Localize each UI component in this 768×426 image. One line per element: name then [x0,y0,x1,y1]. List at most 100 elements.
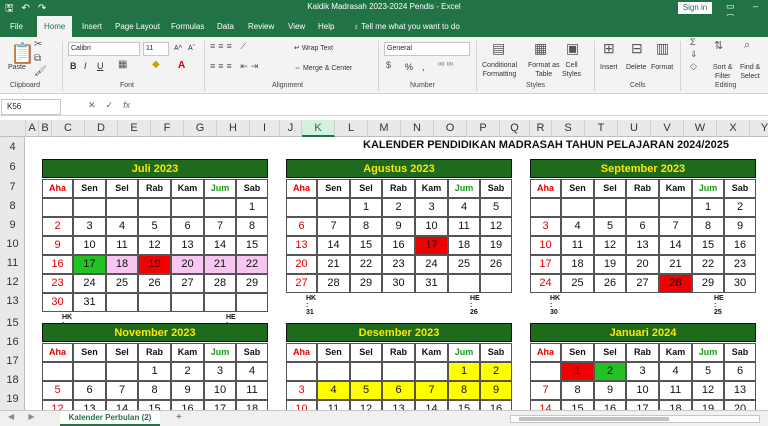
calendar-day-cell[interactable] [138,198,171,217]
column-header-h[interactable]: H [217,120,250,137]
day-header[interactable]: Sel [594,343,626,362]
calendar-day-cell[interactable]: 14 [204,236,236,255]
calendar-day-cell[interactable]: 16 [171,400,204,410]
format-cells-icon[interactable]: ▥ [656,40,669,57]
day-header[interactable]: Sab [236,179,268,198]
conditional-formatting-button[interactable]: Conditional Formatting [482,61,517,79]
cut-icon[interactable]: ✂ [34,39,42,50]
calendar-day-cell[interactable]: 7 [317,217,350,236]
calendar-day-cell[interactable]: 8 [138,381,171,400]
calendar-day-cell[interactable]: 30 [382,274,415,293]
day-header[interactable]: Sab [724,343,756,362]
column-header-e[interactable]: E [118,120,151,137]
calendar-day-cell[interactable] [171,293,204,312]
calendar-day-cell[interactable]: 17 [530,255,561,274]
day-header[interactable]: Sen [561,343,594,362]
cell-styles-icon[interactable]: ▣ [566,40,579,57]
column-header-s[interactable]: S [552,120,585,137]
row-header-11[interactable]: 11 [0,255,24,272]
calendar-day-cell[interactable]: 16 [724,236,756,255]
calendar-day-cell[interactable]: 19 [692,400,724,410]
calendar-day-cell[interactable]: 19 [138,255,171,274]
borders-icon[interactable]: ▦ [118,59,127,70]
calendar-day-cell[interactable]: 2 [724,198,756,217]
calendar-day-cell[interactable]: 4 [236,362,268,381]
calendar-day-cell[interactable]: 13 [382,400,415,410]
day-header[interactable]: Sab [480,343,512,362]
calendar-day-cell[interactable]: 28 [204,274,236,293]
calendar-day-cell[interactable]: 11 [317,400,350,410]
calendar-day-cell[interactable]: 13 [171,236,204,255]
calendar-day-cell[interactable]: 7 [415,381,448,400]
day-header[interactable]: Jum [448,343,480,362]
calendar-day-cell[interactable]: 20 [286,255,317,274]
calendar-day-cell[interactable]: 7 [106,381,138,400]
calendar-day-cell[interactable]: 21 [317,255,350,274]
row-header-8[interactable]: 8 [0,198,24,215]
calendar-day-cell[interactable] [106,198,138,217]
calendar-day-cell[interactable]: 6 [724,362,756,381]
calendar-day-cell[interactable]: 12 [138,236,171,255]
calendar-day-cell[interactable]: 4 [317,381,350,400]
calendar-day-cell[interactable]: 24 [530,274,561,293]
day-header[interactable]: Aha [286,179,317,198]
calendar-day-cell[interactable]: 18 [659,400,692,410]
day-header[interactable]: Sel [350,343,382,362]
calendar-day-cell[interactable]: 7 [659,217,692,236]
day-header[interactable]: Jum [692,179,724,198]
column-header-c[interactable]: C [52,120,85,137]
day-header[interactable]: Jum [692,343,724,362]
day-header[interactable]: Sen [561,179,594,198]
calendar-day-cell[interactable]: 17 [415,236,448,255]
day-header[interactable]: Jum [204,179,236,198]
clear-icon[interactable]: ◇ [690,61,697,72]
calendar-day-cell[interactable]: 29 [236,274,268,293]
calendar-day-cell[interactable]: 17 [626,400,659,410]
calendar-day-cell[interactable]: 14 [659,236,692,255]
calendar-day-cell[interactable]: 8 [350,217,382,236]
calendar-day-cell[interactable]: 20 [171,255,204,274]
day-header[interactable]: Rab [138,179,171,198]
calendar-day-cell[interactable]: 12 [350,400,382,410]
calendar-day-cell[interactable]: 30 [42,293,73,312]
tab-review[interactable]: Review [248,16,274,37]
calendar-day-cell[interactable]: 3 [73,217,106,236]
calendar-day-cell[interactable]: 12 [692,381,724,400]
calendar-day-cell[interactable]: 6 [286,217,317,236]
calendar-day-cell[interactable] [594,198,626,217]
calendar-day-cell[interactable]: 5 [42,381,73,400]
calendar-day-cell[interactable]: 5 [138,217,171,236]
calendar-day-cell[interactable]: 10 [415,217,448,236]
calendar-day-cell[interactable]: 9 [42,236,73,255]
calendar-day-cell[interactable]: 1 [236,198,268,217]
calendar-day-cell[interactable]: 9 [382,217,415,236]
day-header[interactable]: Aha [42,343,73,362]
calendar-day-cell[interactable]: 6 [73,381,106,400]
tab-file[interactable]: File [10,16,23,37]
calendar-day-cell[interactable]: 31 [73,293,106,312]
find-select-button[interactable]: Find & Select [740,63,760,81]
calendar-month-title[interactable]: September 2023 [530,159,756,178]
calendar-day-cell[interactable]: 17 [73,255,106,274]
day-header[interactable]: Sab [724,179,756,198]
calendar-day-cell[interactable]: 4 [659,362,692,381]
format-cells-button[interactable]: Format [651,63,673,72]
calendar-day-cell[interactable]: 3 [626,362,659,381]
calendar-month-title[interactable]: Januari 2024 [530,323,756,342]
cell-styles-button[interactable]: Cell Styles [562,61,581,79]
day-header[interactable]: Sel [350,179,382,198]
calendar-day-cell[interactable]: 13 [724,381,756,400]
format-as-table-icon[interactable]: ▦ [534,40,547,57]
column-header-f[interactable]: F [151,120,184,137]
calendar-day-cell[interactable]: 1 [692,198,724,217]
calendar-day-cell[interactable]: 12 [480,217,512,236]
tab-insert[interactable]: Insert [82,16,102,37]
tab-formulas[interactable]: Formulas [171,16,204,37]
day-header[interactable]: Kam [659,179,692,198]
scrollbar-thumb[interactable] [519,417,669,421]
name-box[interactable]: K56 [1,99,61,115]
calendar-day-cell[interactable]: 25 [448,255,480,274]
day-header[interactable]: Rab [382,343,415,362]
tab-data[interactable]: Data [217,16,234,37]
calendar-day-cell[interactable]: 15 [692,236,724,255]
